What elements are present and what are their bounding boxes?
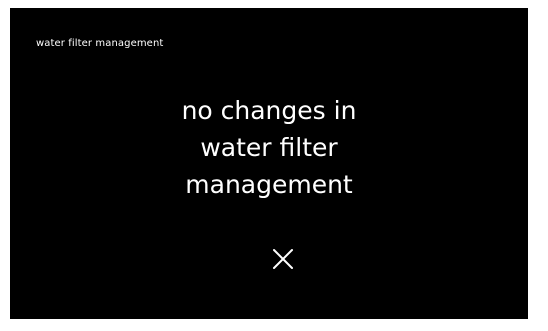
status-message-line: no changes in [181, 96, 357, 125]
status-message-line: water filter [200, 133, 338, 162]
close-button[interactable] [268, 244, 298, 274]
header-title: water filter management [36, 38, 164, 49]
status-message: no changes in water filter management [10, 92, 528, 203]
display-screen: water filter management no changes in wa… [10, 8, 528, 319]
display-frame: water filter management no changes in wa… [0, 0, 548, 331]
close-icon [273, 249, 293, 269]
status-message-line: management [185, 170, 353, 199]
